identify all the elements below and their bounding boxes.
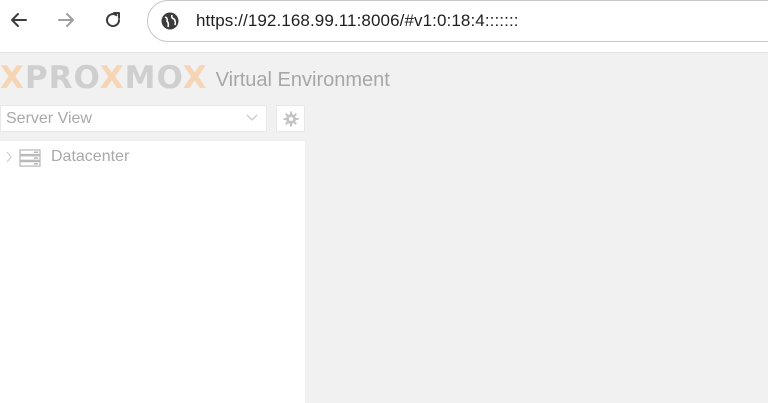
tree-item-datacenter[interactable]: Datacenter: [0, 145, 305, 169]
view-selector[interactable]: Server View: [0, 105, 267, 132]
proxmox-app: XPROXMOX Virtual Environment Server View: [0, 53, 768, 403]
gear-icon: [283, 111, 298, 126]
logo-wordmark: XPROXMOX: [0, 60, 208, 96]
proxmox-logo: XPROXMOX Virtual Environment: [0, 61, 390, 95]
view-selector-value: Server View: [6, 110, 92, 127]
chevron-down-icon: [246, 114, 258, 121]
back-button[interactable]: [5, 6, 33, 34]
server-icon: [19, 149, 41, 167]
browser-toolbar: https://192.168.99.11:8006/#v1:0:18:4:::…: [0, 0, 768, 53]
forward-button[interactable]: [52, 6, 80, 34]
reload-button[interactable]: [99, 6, 127, 34]
settings-button[interactable]: [276, 105, 305, 132]
app-subtitle: Virtual Environment: [215, 68, 390, 91]
resource-tree: Datacenter: [0, 141, 305, 403]
arrow-right-icon: [58, 13, 74, 27]
tree-item-label: Datacenter: [51, 148, 130, 165]
reload-icon: [106, 12, 121, 28]
address-bar[interactable]: https://192.168.99.11:8006/#v1:0:18:4:::…: [147, 0, 768, 42]
arrow-left-icon: [11, 13, 27, 27]
globe-icon[interactable]: [160, 11, 180, 31]
url-text[interactable]: https://192.168.99.11:8006/#v1:0:18:4:::…: [196, 11, 519, 31]
chevron-right-icon[interactable]: [5, 151, 13, 163]
